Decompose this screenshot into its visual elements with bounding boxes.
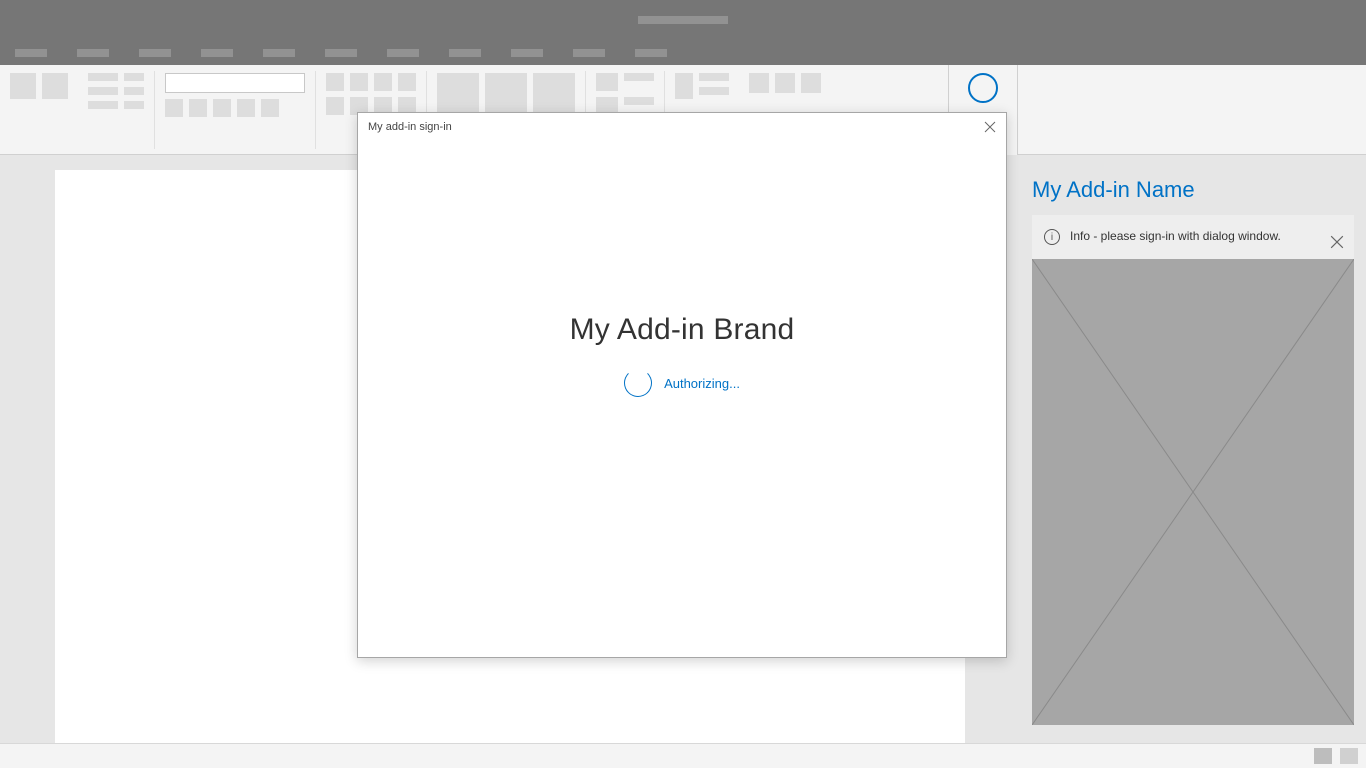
ribbon-group bbox=[739, 65, 831, 99]
ribbon-button[interactable] bbox=[326, 73, 344, 91]
ribbon-tab-strip bbox=[0, 40, 1366, 65]
auth-status-text: Authorizing... bbox=[664, 376, 740, 391]
status-bar bbox=[0, 743, 1366, 768]
ribbon-font-input[interactable] bbox=[165, 73, 305, 93]
signin-dialog: My add-in sign-in My Add-in Brand Author… bbox=[357, 112, 1007, 658]
ribbon-tab[interactable] bbox=[573, 49, 605, 57]
ribbon-button[interactable] bbox=[237, 99, 255, 117]
taskpane-title: My Add-in Name bbox=[1020, 155, 1366, 215]
ribbon-button[interactable] bbox=[775, 73, 795, 93]
ribbon-button[interactable] bbox=[124, 87, 144, 95]
close-icon[interactable] bbox=[1330, 235, 1344, 249]
addin-taskpane: My Add-in Name i Info - please sign-in w… bbox=[1020, 155, 1366, 743]
ribbon-button[interactable] bbox=[326, 97, 344, 115]
ribbon-button[interactable] bbox=[801, 73, 821, 93]
ribbon-button[interactable] bbox=[261, 99, 279, 117]
ribbon-tab[interactable] bbox=[201, 49, 233, 57]
ribbon-tab[interactable] bbox=[635, 49, 667, 57]
ribbon-button[interactable] bbox=[10, 73, 36, 99]
ribbon-tab[interactable] bbox=[263, 49, 295, 57]
ribbon-button[interactable] bbox=[624, 73, 654, 81]
ribbon-button[interactable] bbox=[189, 99, 207, 117]
dialog-title: My add-in sign-in bbox=[368, 121, 452, 133]
ribbon-button[interactable] bbox=[624, 97, 654, 105]
ribbon-tab[interactable] bbox=[139, 49, 171, 57]
info-icon: i bbox=[1044, 229, 1060, 245]
ribbon-group bbox=[665, 65, 739, 105]
spinner-icon bbox=[624, 369, 652, 397]
ribbon-button[interactable] bbox=[398, 73, 416, 91]
ribbon-button[interactable] bbox=[88, 73, 118, 81]
ribbon-tab[interactable] bbox=[77, 49, 109, 57]
ribbon-tab[interactable] bbox=[15, 49, 47, 57]
auth-status-row: Authorizing... bbox=[624, 369, 740, 397]
ribbon-button[interactable] bbox=[213, 99, 231, 117]
dialog-header: My add-in sign-in bbox=[358, 113, 1006, 141]
ribbon-button[interactable] bbox=[124, 73, 144, 81]
brand-heading: My Add-in Brand bbox=[570, 313, 795, 347]
ribbon-button[interactable] bbox=[749, 73, 769, 93]
view-mode-button[interactable] bbox=[1314, 748, 1332, 764]
window-titlebar bbox=[0, 0, 1366, 40]
close-icon[interactable] bbox=[984, 121, 996, 133]
ribbon-button[interactable] bbox=[675, 73, 693, 99]
ribbon-group bbox=[0, 65, 78, 105]
ribbon-button[interactable] bbox=[699, 87, 729, 95]
ribbon-tab[interactable] bbox=[387, 49, 419, 57]
dialog-body: My Add-in Brand Authorizing... bbox=[358, 313, 1006, 397]
info-message: Info - please sign-in with dialog window… bbox=[1070, 229, 1281, 243]
ribbon-button[interactable] bbox=[350, 73, 368, 91]
ribbon-group bbox=[155, 65, 315, 123]
ribbon-button[interactable] bbox=[42, 73, 68, 99]
ribbon-button[interactable] bbox=[165, 99, 183, 117]
ribbon-button[interactable] bbox=[596, 73, 618, 91]
info-bar: i Info - please sign-in with dialog wind… bbox=[1032, 215, 1354, 259]
ribbon-group bbox=[78, 65, 154, 115]
addin-circle-icon bbox=[968, 73, 998, 103]
ribbon-tab[interactable] bbox=[449, 49, 481, 57]
ribbon-button[interactable] bbox=[699, 73, 729, 81]
ribbon-button[interactable] bbox=[88, 87, 118, 95]
ribbon-button[interactable] bbox=[374, 73, 392, 91]
taskpane-content-placeholder bbox=[1032, 259, 1354, 725]
ribbon-button[interactable] bbox=[88, 101, 118, 109]
ribbon-tab[interactable] bbox=[511, 49, 543, 57]
titlebar-placeholder bbox=[638, 16, 728, 24]
ribbon-tab[interactable] bbox=[325, 49, 357, 57]
view-mode-button[interactable] bbox=[1340, 748, 1358, 764]
ribbon-button[interactable] bbox=[124, 101, 144, 109]
